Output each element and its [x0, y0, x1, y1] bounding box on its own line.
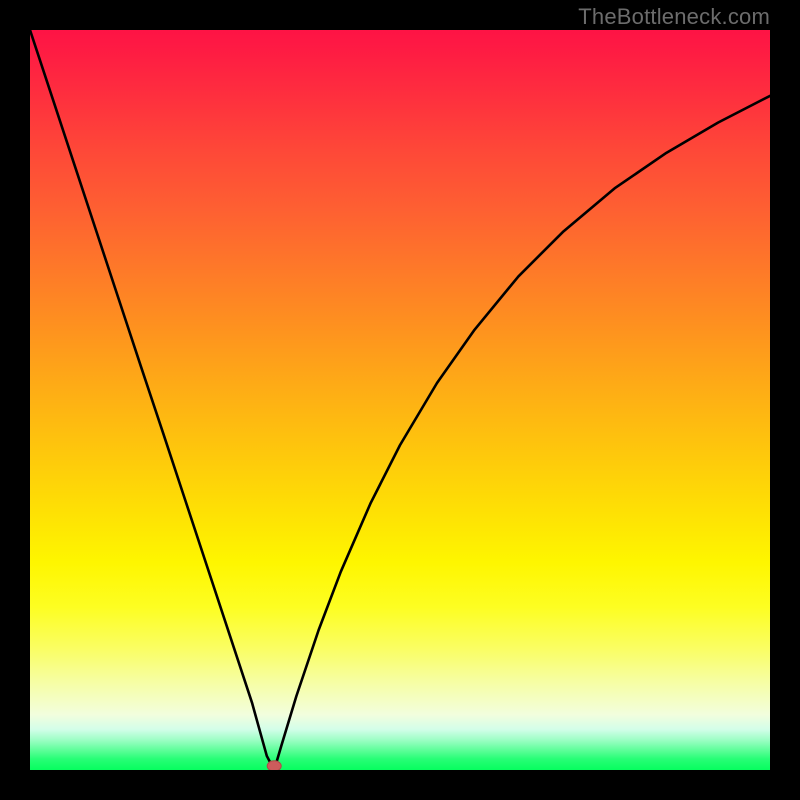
- watermark-text: TheBottleneck.com: [578, 4, 770, 30]
- plot-area: [30, 30, 770, 770]
- optimum-marker: [267, 761, 281, 770]
- chart-svg: [30, 30, 770, 770]
- bottleneck-curve: [30, 30, 770, 770]
